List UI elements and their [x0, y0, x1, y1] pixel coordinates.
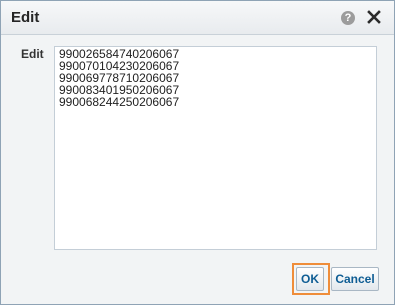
- edit-textarea[interactable]: 990026584740206067 990070104230206067 99…: [54, 46, 377, 250]
- dialog-titlebar: Edit ?: [1, 1, 394, 35]
- ok-button[interactable]: OK: [296, 267, 324, 291]
- edit-field-label: Edit: [21, 47, 44, 61]
- help-icon[interactable]: ?: [341, 11, 355, 25]
- close-icon[interactable]: [366, 8, 382, 26]
- dialog-title: Edit: [11, 9, 40, 26]
- cancel-button[interactable]: Cancel: [331, 267, 379, 291]
- edit-dialog: Edit ? Edit 990026584740206067 990070104…: [0, 0, 395, 305]
